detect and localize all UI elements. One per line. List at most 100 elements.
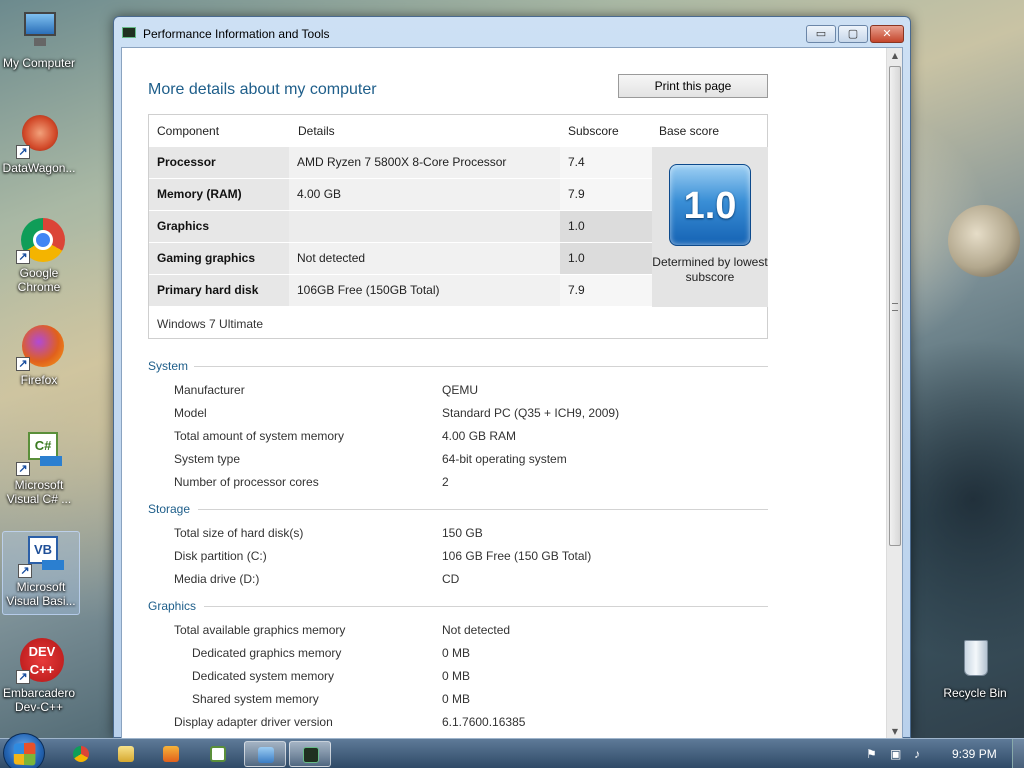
datawagon-icon: ↗ (16, 113, 62, 159)
component-name: Processor (149, 147, 289, 178)
firefox-icon: ↗ (16, 325, 64, 371)
taskbar-button-remote-desktop[interactable] (244, 741, 286, 767)
taskbar-clock[interactable]: 9:39 PM (952, 739, 997, 768)
info-label: Total available graphics memory (174, 623, 346, 637)
header-component: Component (157, 124, 220, 138)
taskbar-button-chrome[interactable] (60, 741, 102, 767)
info-label: Model (174, 406, 207, 420)
visual-basic-icon: VB ↗ (18, 532, 64, 578)
visual-csharp-icon (210, 746, 226, 762)
start-button[interactable] (3, 733, 45, 768)
window-title: Performance Information and Tools (143, 27, 330, 41)
close-button[interactable]: ✕ (870, 25, 904, 43)
desktop-icon-devcpp[interactable]: DEV C++ ↗ Embarcadero Dev-C++ (0, 638, 78, 714)
info-label: Total amount of system memory (174, 429, 345, 443)
taskbar-button-media-player[interactable] (150, 741, 192, 767)
scroll-down-icon[interactable]: ▼ (887, 724, 902, 738)
component-subscore: 7.4 (560, 147, 652, 178)
scroll-grip-icon (892, 303, 898, 311)
performance-tools-icon (303, 747, 319, 763)
taskbar-button-performance-tools[interactable] (289, 741, 331, 767)
visual-csharp-icon: C# ↗ (16, 430, 62, 476)
score-row-hard-disk: Primary hard disk 106GB Free (150GB Tota… (149, 275, 652, 307)
desktop-icon-visual-csharp[interactable]: C# ↗ Microsoft Visual C# ... (0, 430, 78, 506)
base-score-badge: 1.0 (669, 164, 751, 246)
base-score-caption: Determined by lowest subscore (652, 255, 768, 284)
performance-tools-icon (122, 27, 136, 38)
score-row-gaming-graphics: Gaming graphics Not detected 1.0 (149, 243, 652, 275)
os-edition: Windows 7 Ultimate (157, 317, 264, 331)
devcpp-icon: DEV C++ ↗ (16, 638, 64, 684)
taskbar: ⚑ ▣ ♪ 9:39 PM (0, 733, 1024, 768)
info-value: 0 MB (442, 669, 471, 683)
desktop-icon-label: Firefox (20, 373, 58, 387)
minimize-button[interactable]: ▭ (806, 25, 836, 43)
desktop-icon-chrome[interactable]: ↗ Google Chrome (0, 218, 78, 294)
desktop-icon-firefox[interactable]: ↗ Firefox (0, 325, 78, 387)
show-desktop-button[interactable] (1012, 739, 1024, 768)
info-label: Media drive (D:) (174, 572, 260, 586)
desktop-icon-visual-basic[interactable]: VB ↗ Microsoft Visual Basi... (2, 531, 80, 615)
taskbar-button-visual-csharp[interactable] (197, 741, 239, 767)
info-value: 2 (442, 475, 449, 489)
component-details: 106GB Free (150GB Total) (289, 275, 560, 306)
info-label: Manufacturer (174, 383, 245, 397)
info-value: 150 GB (442, 526, 483, 540)
component-name: Memory (RAM) (149, 179, 289, 210)
info-label: Disk partition (C:) (174, 549, 267, 563)
scrollbar-thumb[interactable] (889, 66, 901, 546)
chrome-icon (73, 746, 89, 762)
header-subscore: Subscore (568, 124, 619, 138)
info-label: Shared system memory (192, 692, 319, 706)
chrome-icon: ↗ (16, 218, 65, 264)
window-titlebar[interactable]: Performance Information and Tools ▭ ▢ ✕ (114, 17, 910, 47)
network-icon[interactable]: ▣ (890, 739, 901, 768)
remote-desktop-icon (258, 747, 274, 763)
desktop-icon-datawagon[interactable]: ↗ DataWagon... (0, 113, 78, 175)
desktop-icon-label: Microsoft Visual Basi... (6, 580, 76, 608)
header-base-score: Base score (659, 124, 720, 138)
shortcut-arrow-icon: ↗ (16, 145, 30, 159)
component-name: Primary hard disk (149, 275, 289, 306)
info-value: 0 MB (442, 692, 471, 706)
info-label: Total size of hard disk(s) (174, 526, 304, 540)
component-details: 4.00 GB (289, 179, 560, 210)
info-label: Number of processor cores (174, 475, 319, 489)
explorer-icon (118, 746, 134, 762)
base-score-value: 1.0 (683, 185, 737, 227)
info-value: Not detected (442, 623, 511, 637)
desktop-icon-label: Google Chrome (17, 266, 61, 294)
maximize-button[interactable]: ▢ (838, 25, 868, 43)
component-details: AMD Ryzen 7 5800X 8-Core Processor (289, 147, 560, 178)
action-center-icon[interactable]: ⚑ (866, 739, 877, 768)
header-details: Details (298, 124, 335, 138)
info-label: Display adapter driver version (174, 715, 333, 729)
info-label: Dedicated system memory (192, 669, 335, 683)
component-subscore: 1.0 (560, 211, 652, 242)
wallpaper-moon (948, 205, 1020, 277)
score-table-header: Component Details Subscore Base score (149, 115, 767, 147)
window-client-area: More details about my computer Print thi… (121, 47, 903, 739)
vertical-scrollbar[interactable]: ▲ ▼ (886, 48, 902, 738)
desktop-icon-my-computer[interactable]: My Computer (0, 8, 78, 70)
volume-icon[interactable]: ♪ (914, 739, 920, 768)
print-page-button[interactable]: Print this page (618, 74, 768, 98)
details-content: More details about my computer Print thi… (122, 48, 888, 738)
section-divider (194, 366, 768, 367)
component-name: Gaming graphics (149, 243, 289, 274)
scroll-up-icon[interactable]: ▲ (887, 48, 902, 64)
desktop-icon-recycle-bin[interactable]: Recycle Bin (936, 638, 1014, 700)
taskbar-button-explorer[interactable] (105, 741, 147, 767)
shortcut-arrow-icon: ↗ (16, 250, 30, 264)
component-details (289, 211, 560, 242)
info-value: 64-bit operating system (442, 452, 567, 466)
component-details: Not detected (289, 243, 560, 274)
score-row-processor: Processor AMD Ryzen 7 5800X 8-Core Proce… (149, 147, 652, 179)
info-label: Dedicated graphics memory (192, 646, 342, 660)
info-value: 6.1.7600.16385 (442, 715, 526, 729)
windows-logo-icon (13, 742, 36, 766)
component-subscore: 7.9 (560, 179, 652, 210)
media-player-icon (163, 746, 179, 762)
desktop-icon-label: Embarcadero Dev-C++ (2, 686, 76, 714)
shortcut-arrow-icon: ↗ (16, 670, 30, 684)
